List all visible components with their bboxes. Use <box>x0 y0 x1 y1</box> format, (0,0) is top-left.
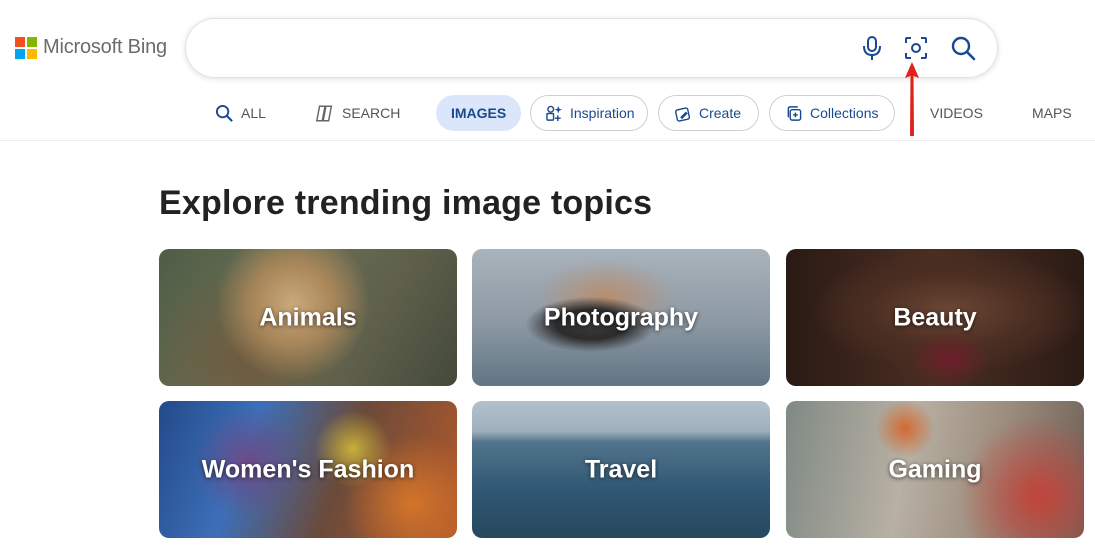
bing-logo[interactable]: Microsoft Bing <box>15 36 167 59</box>
topic-label: Photography <box>543 303 699 331</box>
topic-label: Women's Fashion <box>201 455 415 483</box>
tab-inspiration[interactable]: Inspiration <box>530 95 648 131</box>
sparkle-grid-icon <box>546 105 563 122</box>
search-icon[interactable] <box>949 34 977 62</box>
tab-label: IMAGES <box>451 105 507 121</box>
topic-tile-photography[interactable]: Photography <box>472 249 770 386</box>
tab-label: Inspiration <box>570 105 635 121</box>
logo-text: Microsoft Bing <box>43 36 167 58</box>
topic-label: Gaming <box>888 455 982 483</box>
topic-tile-travel[interactable]: Travel <box>472 401 770 538</box>
tab-label: Create <box>699 105 742 121</box>
topic-label: Travel <box>584 455 658 483</box>
search-box <box>185 18 998 78</box>
copilot-icon <box>315 104 335 123</box>
tab-collections[interactable]: Collections <box>769 95 895 131</box>
topic-tile-animals[interactable]: Animals <box>159 249 457 386</box>
microphone-icon[interactable] <box>858 34 886 62</box>
topic-tile-gaming[interactable]: Gaming <box>786 401 1084 538</box>
tab-label: Collections <box>810 105 879 121</box>
microsoft-logo-icon <box>15 36 37 59</box>
tab-maps[interactable]: MAPS <box>1032 95 1072 131</box>
tab-create[interactable]: Create <box>658 95 759 131</box>
topic-tile-beauty[interactable]: Beauty <box>786 249 1084 386</box>
tab-label: SEARCH <box>342 105 401 121</box>
visual-search-icon[interactable] <box>902 34 930 62</box>
collections-icon <box>785 105 803 122</box>
search-input[interactable] <box>210 33 814 65</box>
search-icon <box>215 104 234 123</box>
page-title: Explore trending image topics <box>159 184 653 222</box>
tab-all[interactable]: ALL <box>215 95 266 131</box>
tab-videos[interactable]: VIDEOS <box>930 95 983 131</box>
tab-label: MAPS <box>1032 105 1072 121</box>
topic-label: Animals <box>259 303 357 331</box>
create-icon <box>674 105 692 122</box>
tab-search[interactable]: SEARCH <box>315 95 400 131</box>
search-scope-nav: ALL SEARCH IMAGES Inspiration Create Col… <box>0 95 1095 140</box>
tab-label: ALL <box>241 105 266 121</box>
tab-label: VIDEOS <box>930 105 983 121</box>
topic-tile-womens-fashion[interactable]: Women's Fashion <box>159 401 457 538</box>
trending-topics-grid: Animals Photography Beauty Women's Fashi… <box>159 249 1085 539</box>
topic-label: Beauty <box>893 303 977 331</box>
tab-images[interactable]: IMAGES <box>436 95 522 131</box>
nav-divider <box>0 140 1095 141</box>
